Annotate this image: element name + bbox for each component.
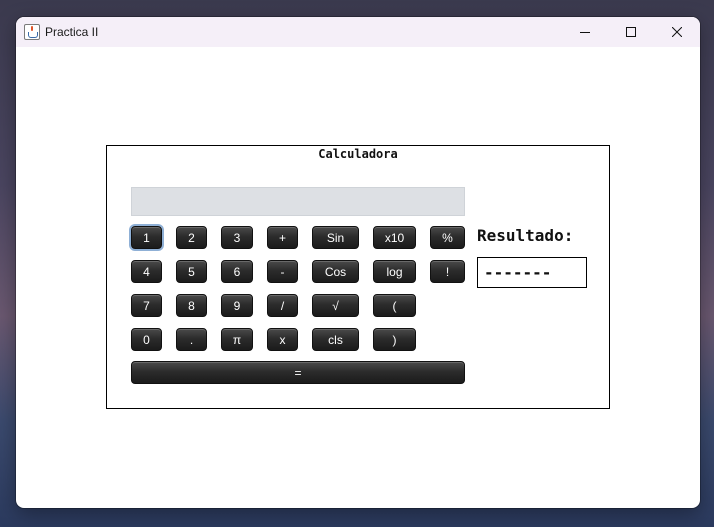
key-5-button[interactable]: 5 bbox=[176, 260, 207, 283]
key-4-button[interactable]: 4 bbox=[131, 260, 162, 283]
open-paren-button[interactable]: ( bbox=[373, 294, 416, 317]
result-label: Resultado: bbox=[477, 226, 574, 245]
key-2-button[interactable]: 2 bbox=[176, 226, 207, 249]
key-7-button[interactable]: 7 bbox=[131, 294, 162, 317]
key-8-button[interactable]: 8 bbox=[176, 294, 207, 317]
divide-button[interactable]: / bbox=[267, 294, 298, 317]
sqrt-button[interactable]: √ bbox=[312, 294, 359, 317]
java-cup-icon bbox=[24, 24, 40, 40]
key-0-button[interactable]: 0 bbox=[131, 328, 162, 351]
minimize-button[interactable] bbox=[562, 17, 608, 47]
minus-button[interactable]: - bbox=[267, 260, 298, 283]
key-6-button[interactable]: 6 bbox=[221, 260, 253, 283]
log-button[interactable]: log bbox=[373, 260, 416, 283]
window-title: Practica II bbox=[45, 25, 99, 39]
plus-button[interactable]: + bbox=[267, 226, 298, 249]
title-bar[interactable]: Practica II bbox=[16, 17, 700, 47]
decimal-point-button[interactable]: . bbox=[176, 328, 207, 351]
percent-button[interactable]: % bbox=[430, 226, 465, 249]
key-3-button[interactable]: 3 bbox=[221, 226, 253, 249]
maximize-button[interactable] bbox=[608, 17, 654, 47]
app-window: Practica II Calculadora 1 2 3 + Sin x10 … bbox=[16, 17, 700, 508]
factorial-button[interactable]: ! bbox=[430, 260, 465, 283]
multiply-button[interactable]: x bbox=[267, 328, 298, 351]
calculator-panel: Calculadora 1 2 3 + Sin x10 % 4 5 6 - Co… bbox=[106, 145, 610, 409]
panel-title: Calculadora bbox=[318, 147, 398, 161]
expression-display[interactable] bbox=[131, 187, 465, 216]
cos-button[interactable]: Cos bbox=[312, 260, 359, 283]
minimize-icon bbox=[580, 32, 590, 33]
equals-button[interactable]: = bbox=[131, 361, 465, 384]
key-9-button[interactable]: 9 bbox=[221, 294, 253, 317]
close-paren-button[interactable]: ) bbox=[373, 328, 416, 351]
key-1-button[interactable]: 1 bbox=[131, 226, 162, 249]
pi-button[interactable]: π bbox=[221, 328, 253, 351]
maximize-icon bbox=[626, 27, 636, 37]
result-display: ------- bbox=[477, 257, 587, 288]
sin-button[interactable]: Sin bbox=[312, 226, 359, 249]
clear-button[interactable]: cls bbox=[312, 328, 359, 351]
close-icon bbox=[672, 27, 682, 37]
close-button[interactable] bbox=[654, 17, 700, 47]
x10-button[interactable]: x10 bbox=[373, 226, 416, 249]
